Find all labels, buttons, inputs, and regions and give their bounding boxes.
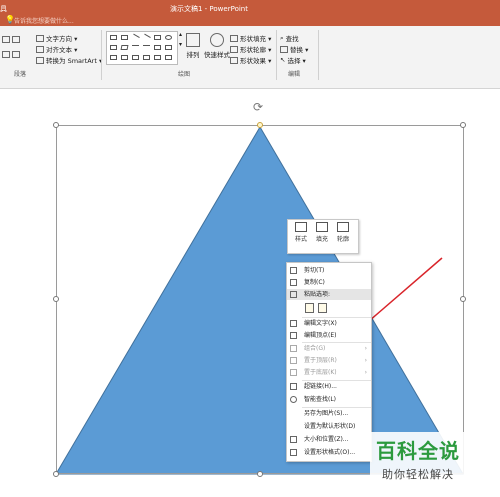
menu-label: 大小和位置(Z)... — [304, 436, 349, 443]
outline-button[interactable]: 轮廓 — [333, 222, 353, 243]
menu-label: 组合(G) — [304, 345, 326, 352]
menu-label: 编辑文字(X) — [304, 320, 337, 327]
copy-icon — [290, 279, 297, 286]
pen-icon — [337, 222, 349, 232]
resize-handle-right[interactable] — [460, 296, 466, 302]
menu-item-edit-points[interactable]: 编辑顶点(E) — [287, 330, 371, 341]
menu-item-edit-text[interactable]: 编辑文字(X) — [287, 318, 371, 329]
menu-label: 设置为默认形状(D) — [304, 423, 356, 430]
edit-points-icon — [290, 332, 297, 339]
style-button[interactable]: 样式 — [291, 222, 311, 243]
menu-item-bring-to-front: 置于顶层(R) › — [287, 355, 371, 366]
style-label: 样式 — [294, 236, 307, 243]
menu-item-paste-options: 粘贴选项: — [287, 289, 371, 300]
clipboard-icon — [290, 291, 297, 298]
menu-label: 设置形状格式(O)... — [304, 449, 356, 456]
bring-front-icon — [290, 357, 297, 364]
scissors-icon — [290, 267, 297, 274]
resize-handle-top-left[interactable] — [53, 122, 59, 128]
submenu-arrow-icon: › — [364, 369, 367, 376]
resize-handle-top-right[interactable] — [460, 122, 466, 128]
style-icon — [295, 222, 307, 232]
resize-handle-left[interactable] — [53, 296, 59, 302]
menu-item-format-shape[interactable]: 设置形状格式(O)... — [287, 447, 371, 458]
adjust-handle-apex[interactable] — [257, 122, 263, 128]
mini-toolbar: 样式 填充 轮廓 — [287, 219, 359, 254]
format-shape-icon — [290, 449, 297, 456]
menu-item-size-position[interactable]: 大小和位置(Z)... — [287, 434, 371, 445]
paint-bucket-icon — [316, 222, 328, 232]
outline-label: 轮廓 — [336, 236, 349, 243]
menu-label: 智能查找(L) — [304, 396, 337, 403]
search-icon — [290, 396, 297, 403]
menu-label: 置于顶层(R) — [304, 357, 337, 364]
menu-label: 剪切(T) — [304, 267, 325, 274]
menu-label: 编辑顶点(E) — [304, 332, 337, 339]
size-position-icon — [290, 436, 297, 443]
fill-button[interactable]: 填充 — [312, 222, 332, 243]
menu-label: 粘贴选项: — [304, 291, 331, 298]
menu-item-cut[interactable]: 剪切(T) — [287, 265, 371, 276]
submenu-arrow-icon: › — [364, 345, 367, 352]
menu-label: 置于底层(K) — [304, 369, 337, 376]
send-back-icon — [290, 369, 297, 376]
group-icon — [290, 345, 297, 352]
menu-item-send-to-back: 置于底层(K) › — [287, 367, 371, 378]
paste-keep-source-icon[interactable] — [305, 303, 314, 313]
menu-item-group: 组合(G) › — [287, 343, 371, 354]
menu-item-save-as-picture[interactable]: 另存为图片(S)... — [287, 408, 371, 419]
paste-picture-icon[interactable] — [318, 303, 327, 313]
menu-label: 超链接(H)... — [304, 383, 337, 390]
menu-item-smart-lookup[interactable]: 智能查找(L) — [287, 394, 371, 405]
menu-item-hyperlink[interactable]: 超链接(H)... — [287, 381, 371, 392]
resize-handle-bottom[interactable] — [257, 471, 263, 477]
menu-item-copy[interactable]: 复制(C) — [287, 277, 371, 288]
menu-label: 另存为图片(S)... — [304, 410, 349, 417]
link-icon — [290, 383, 297, 390]
edit-text-icon — [290, 320, 297, 327]
submenu-arrow-icon: › — [364, 357, 367, 364]
fill-label: 填充 — [315, 236, 328, 243]
paste-option-buttons — [305, 303, 331, 315]
context-menu: 剪切(T) 复制(C) 粘贴选项: 编辑文字(X) 编辑顶点(E) 组合(G) … — [286, 262, 372, 462]
menu-label: 复制(C) — [304, 279, 325, 286]
watermark-subtitle: 助你轻松解决 — [382, 468, 454, 481]
watermark: 百科全说 助你轻松解决 — [370, 432, 498, 494]
selection-box — [56, 125, 464, 474]
rotate-handle-icon[interactable]: ⟳ — [253, 100, 263, 114]
menu-item-set-default-shape[interactable]: 设置为默认形状(D) — [287, 421, 371, 432]
watermark-title: 百科全说 — [376, 439, 460, 463]
resize-handle-bottom-left[interactable] — [53, 471, 59, 477]
